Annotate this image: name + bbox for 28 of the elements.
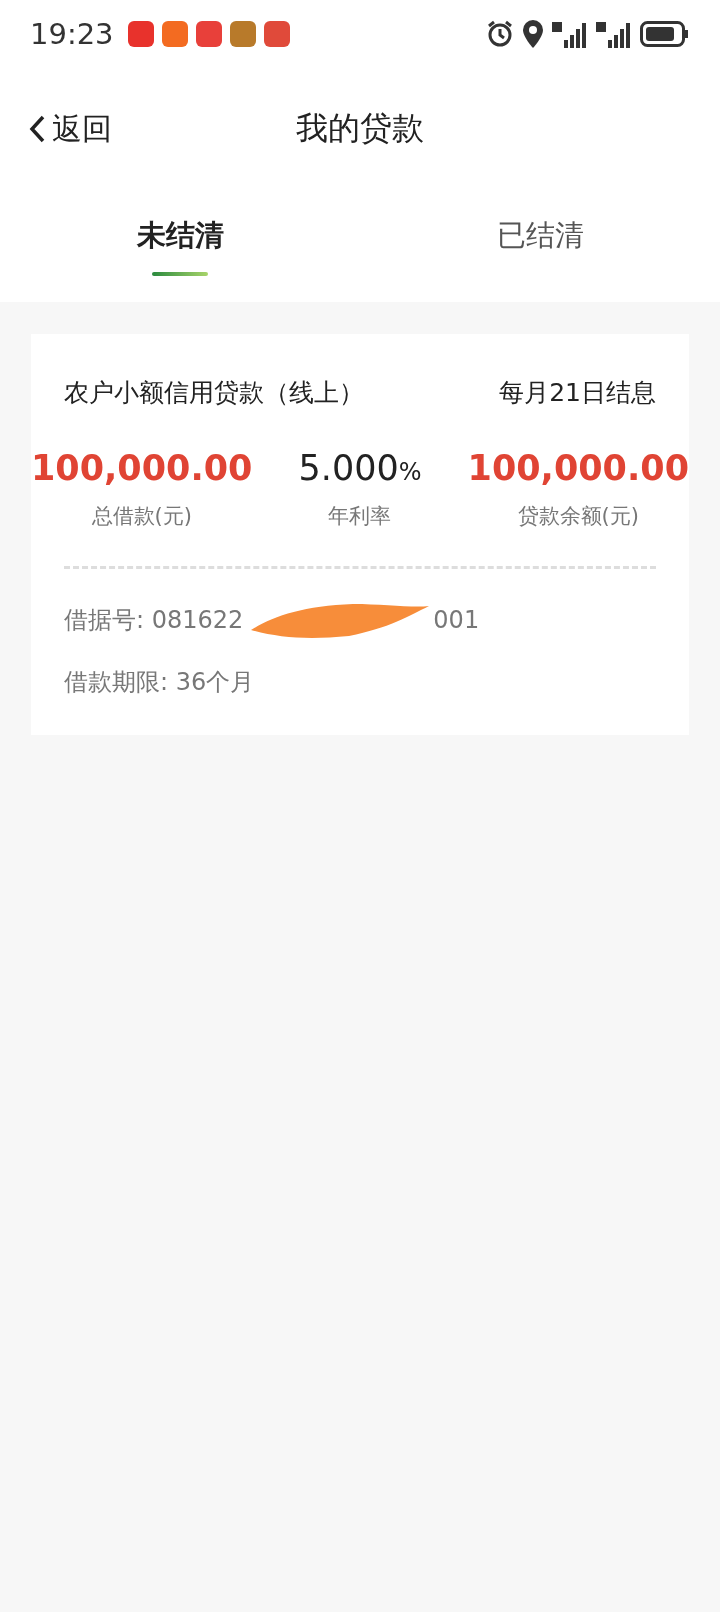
stat-value: 5.000% [298, 449, 422, 488]
app-icon [263, 21, 290, 47]
loan-name: 农户小额信用贷款（线上） [64, 377, 364, 409]
status-time: 19:23 [30, 17, 114, 51]
battery-icon [640, 21, 690, 47]
settlement-text: 每月21日结息 [499, 377, 656, 409]
tab[interactable]: 未结清 [0, 190, 360, 302]
signal-icon [596, 20, 632, 48]
location-icon [522, 20, 544, 48]
loan-number-start: 借据号: 081622 [64, 604, 244, 636]
back-button[interactable]: 返回 [28, 108, 112, 150]
stat-label: 年利率 [328, 502, 392, 530]
app-icon [127, 21, 154, 47]
stat-label: 总借款(元) [91, 502, 192, 530]
loan-card[interactable]: 农户小额信用贷款（线上） 每月21日结息 100,000.00 总借款(元) 5.000% 年利率 100,000.00 贷款余额(元) 借据号: 081622 001 借款期限: 36个月 [31, 334, 689, 735]
signal-icon [552, 20, 588, 48]
chevron-left-icon [28, 114, 46, 144]
tab[interactable]: 已结清 [360, 190, 720, 302]
alarm-icon [486, 20, 514, 48]
loan-term: 借款期限: 36个月 [64, 666, 255, 698]
app-icon [161, 21, 188, 47]
app-icon [195, 21, 222, 47]
stat-label: 贷款余额(元) [517, 502, 639, 530]
stat-value: 100,000.00 [467, 449, 689, 488]
stat-value: 100,000.00 [31, 449, 253, 488]
app-icon [229, 21, 256, 47]
loan-number-end: 001 [433, 604, 480, 636]
page-title: 我的贷款 [296, 109, 424, 147]
